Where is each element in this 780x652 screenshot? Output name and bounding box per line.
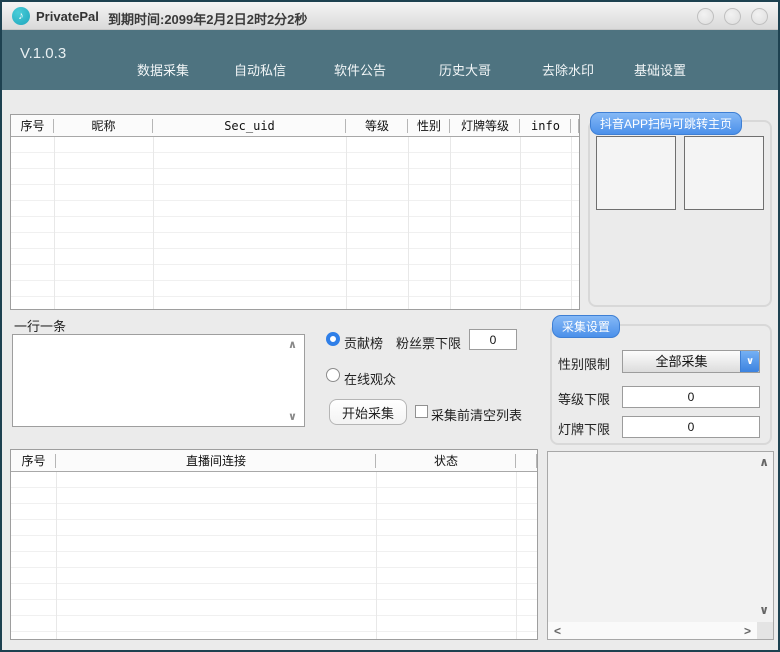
badge-min-label: 灯牌下限: [558, 422, 611, 437]
scrollbar-corner: [757, 622, 773, 639]
tab-data-collect[interactable]: 数据采集: [137, 60, 189, 79]
log-scroll-down-icon[interactable]: ∨: [759, 604, 769, 616]
log-scroll-left-icon[interactable]: <: [554, 625, 561, 637]
col-room-link[interactable]: 直播间连接: [56, 450, 376, 472]
clear-before-checkbox[interactable]: [415, 405, 428, 418]
fan-ticket-label: 粉丝票下限: [396, 336, 462, 351]
room-table-header: 序号 直播间连接 状态: [11, 450, 537, 472]
tab-announcement[interactable]: 软件公告: [334, 60, 386, 79]
tab-watermark[interactable]: 去除水印: [542, 60, 594, 79]
qr-code-box-2: [684, 136, 764, 210]
column-separator: [56, 472, 57, 639]
user-table: 序号 昵称 Sec_uid 等级 性别 灯牌等级 info: [10, 114, 580, 310]
radio-contribution-label[interactable]: 贡献榜: [344, 333, 383, 352]
col-level[interactable]: 等级: [346, 115, 408, 137]
tab-history[interactable]: 历史大哥: [439, 60, 491, 79]
user-table-body[interactable]: [11, 137, 579, 309]
col-room-status[interactable]: 状态: [376, 450, 516, 472]
app-window: ♪ PrivatePal 到期时间:2099年2月2日2时2分2秒 V.1.0.…: [0, 0, 780, 652]
column-separator: [54, 137, 55, 309]
log-scroll-up-icon[interactable]: ∧: [759, 456, 769, 468]
version-label: V.1.0.3: [20, 45, 67, 62]
radio-online-label[interactable]: 在线观众: [344, 369, 396, 388]
expiry-time-text: 到期时间:2099年2月2日2时2分2秒: [108, 12, 308, 27]
log-box[interactable]: ∧ ∨ < >: [547, 451, 774, 640]
gender-limit-dropdown[interactable]: 全部采集 ∨: [622, 350, 760, 373]
room-table: 序号 直播间连接 状态: [10, 449, 538, 640]
col-room-index[interactable]: 序号: [11, 450, 56, 472]
column-separator: [520, 137, 521, 309]
radio-contribution-list[interactable]: [326, 332, 340, 346]
col-filler: [516, 450, 537, 472]
room-links-textarea[interactable]: [12, 334, 305, 427]
level-min-input[interactable]: [622, 386, 760, 408]
fan-ticket-input[interactable]: [469, 329, 517, 350]
level-min-label: 等级下限: [558, 392, 611, 407]
start-collect-button[interactable]: 开始采集: [329, 399, 407, 425]
column-separator: [346, 137, 347, 309]
tab-auto-message[interactable]: 自动私信: [234, 60, 286, 79]
app-logo-icon: ♪: [12, 7, 30, 25]
settings-panel-label: 采集设置: [552, 315, 621, 338]
col-badge-level[interactable]: 灯牌等级: [450, 115, 520, 137]
column-separator: [516, 472, 517, 639]
titlebar: ♪ PrivatePal 到期时间:2099年2月2日2时2分2秒: [2, 2, 778, 30]
column-separator: [571, 137, 572, 309]
close-button[interactable]: [751, 8, 768, 25]
gender-limit-value: 全部采集: [655, 354, 708, 369]
clear-before-label[interactable]: 采集前清空列表: [431, 405, 522, 424]
maximize-button[interactable]: [724, 8, 741, 25]
column-separator: [408, 137, 409, 309]
tab-basic-settings[interactable]: 基础设置: [634, 60, 686, 79]
user-table-header: 序号 昵称 Sec_uid 等级 性别 灯牌等级 info: [11, 115, 579, 137]
dropdown-chevron-icon[interactable]: ∨: [740, 351, 759, 372]
col-sec-uid[interactable]: Sec_uid: [153, 115, 346, 137]
badge-min-input[interactable]: [622, 416, 760, 438]
col-index[interactable]: 序号: [11, 115, 54, 137]
col-info[interactable]: info: [520, 115, 571, 137]
navbar: V.1.0.3 数据采集 自动私信 软件公告 历史大哥 去除水印 基础设置: [2, 30, 778, 90]
log-scroll-right-icon[interactable]: >: [744, 625, 751, 637]
col-filler: [571, 115, 579, 137]
gender-limit-label: 性别限制: [558, 357, 611, 372]
column-separator: [376, 472, 377, 639]
radio-online-viewers[interactable]: [326, 368, 340, 382]
column-separator: [450, 137, 451, 309]
scroll-down-icon[interactable]: ∨: [288, 412, 297, 423]
room-table-body[interactable]: [11, 472, 537, 639]
app-title: PrivatePal: [36, 9, 99, 24]
scroll-up-icon[interactable]: ∧: [288, 340, 297, 351]
col-nickname[interactable]: 昵称: [54, 115, 153, 137]
qr-code-box-1: [596, 136, 676, 210]
column-separator: [153, 137, 154, 309]
lines-hint-label: 一行一条: [14, 319, 67, 334]
minimize-button[interactable]: [697, 8, 714, 25]
qr-panel-label: 抖音APP扫码可跳转主页: [590, 112, 743, 135]
qr-panel: 抖音APP扫码可跳转主页: [588, 112, 772, 307]
log-horizontal-scrollbar[interactable]: < >: [548, 622, 757, 639]
col-gender[interactable]: 性别: [408, 115, 450, 137]
